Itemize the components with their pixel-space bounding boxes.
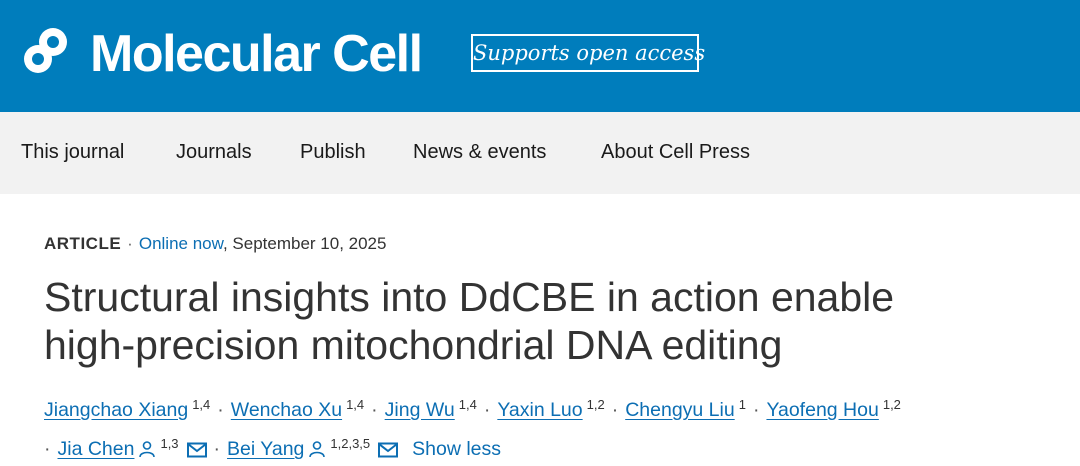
meta-separator: ·	[127, 234, 133, 253]
affiliation-sup: 1,4	[192, 397, 211, 412]
author-separator: ·	[213, 438, 221, 460]
title-line-1: Structural insights into DdCBE in action…	[44, 274, 895, 320]
author-link[interactable]: Yaxin Luo	[497, 399, 582, 421]
nav-publish[interactable]: Publish	[300, 112, 366, 194]
author-link[interactable]: Wenchao Xu	[231, 399, 342, 421]
journal-logo-text[interactable]: Molecular Cell	[90, 24, 423, 84]
main-nav: This journal Journals Publish News & eve…	[0, 112, 1080, 194]
author-list: Jiangchao Xiang 1,4 · Wenchao Xu 1,4 · Jing Wu…	[44, 388, 1064, 466]
nav-about-cell-press[interactable]: About Cell Press	[601, 112, 750, 194]
nav-news-events[interactable]: News & events	[413, 112, 546, 194]
person-icon[interactable]	[308, 440, 326, 458]
author-separator: ·	[44, 438, 51, 460]
author-separator: ·	[611, 399, 619, 421]
author-separator: ·	[371, 399, 378, 421]
affiliation-sup: 1,2	[882, 397, 901, 412]
article-type: ARTICLE	[44, 234, 122, 253]
site-header: Molecular Cell Supports open access	[0, 0, 1080, 112]
affiliation-sup: 1,2	[586, 397, 605, 412]
affiliation-sup: 1,2,3,5	[330, 436, 371, 451]
open-access-badge[interactable]: Supports open access	[471, 34, 705, 72]
affiliation-sup: 1,4	[458, 397, 477, 412]
author-separator: ·	[752, 399, 760, 421]
author-link[interactable]: Jiangchao Xiang	[44, 399, 188, 421]
publication-date: , September 10, 2025	[222, 234, 387, 253]
nav-journals[interactable]: Journals	[176, 112, 252, 194]
author-separator: ·	[217, 399, 224, 421]
author-link[interactable]: Chengyu Liu	[625, 399, 735, 421]
affiliation-sup: 1,3	[160, 436, 179, 451]
affiliation-sup: 1,4	[346, 397, 365, 412]
author-link[interactable]: Yaofeng Hou	[766, 399, 878, 421]
article-title: Structural insights into DdCBE in action…	[44, 273, 1054, 369]
email-icon[interactable]	[378, 442, 399, 458]
author-link[interactable]: Jia Chen	[58, 438, 135, 460]
email-icon[interactable]	[186, 442, 207, 458]
title-line-2: high-precision mitochondrial DNA editing	[44, 322, 783, 368]
cell-press-logo-icon[interactable]	[20, 25, 72, 77]
nav-this-journal[interactable]: This journal	[21, 112, 124, 194]
author-separator: ·	[483, 399, 491, 421]
show-less-link[interactable]: Show less	[412, 438, 501, 460]
author-link[interactable]: Jing Wu	[385, 399, 455, 421]
person-icon[interactable]	[138, 440, 156, 458]
online-status-link[interactable]: Online now	[139, 234, 223, 253]
affiliation-sup: 1	[738, 397, 746, 412]
article-meta: ARTICLE · Online now, September 10, 2025	[44, 232, 386, 256]
author-link[interactable]: Bei Yang	[227, 438, 304, 460]
